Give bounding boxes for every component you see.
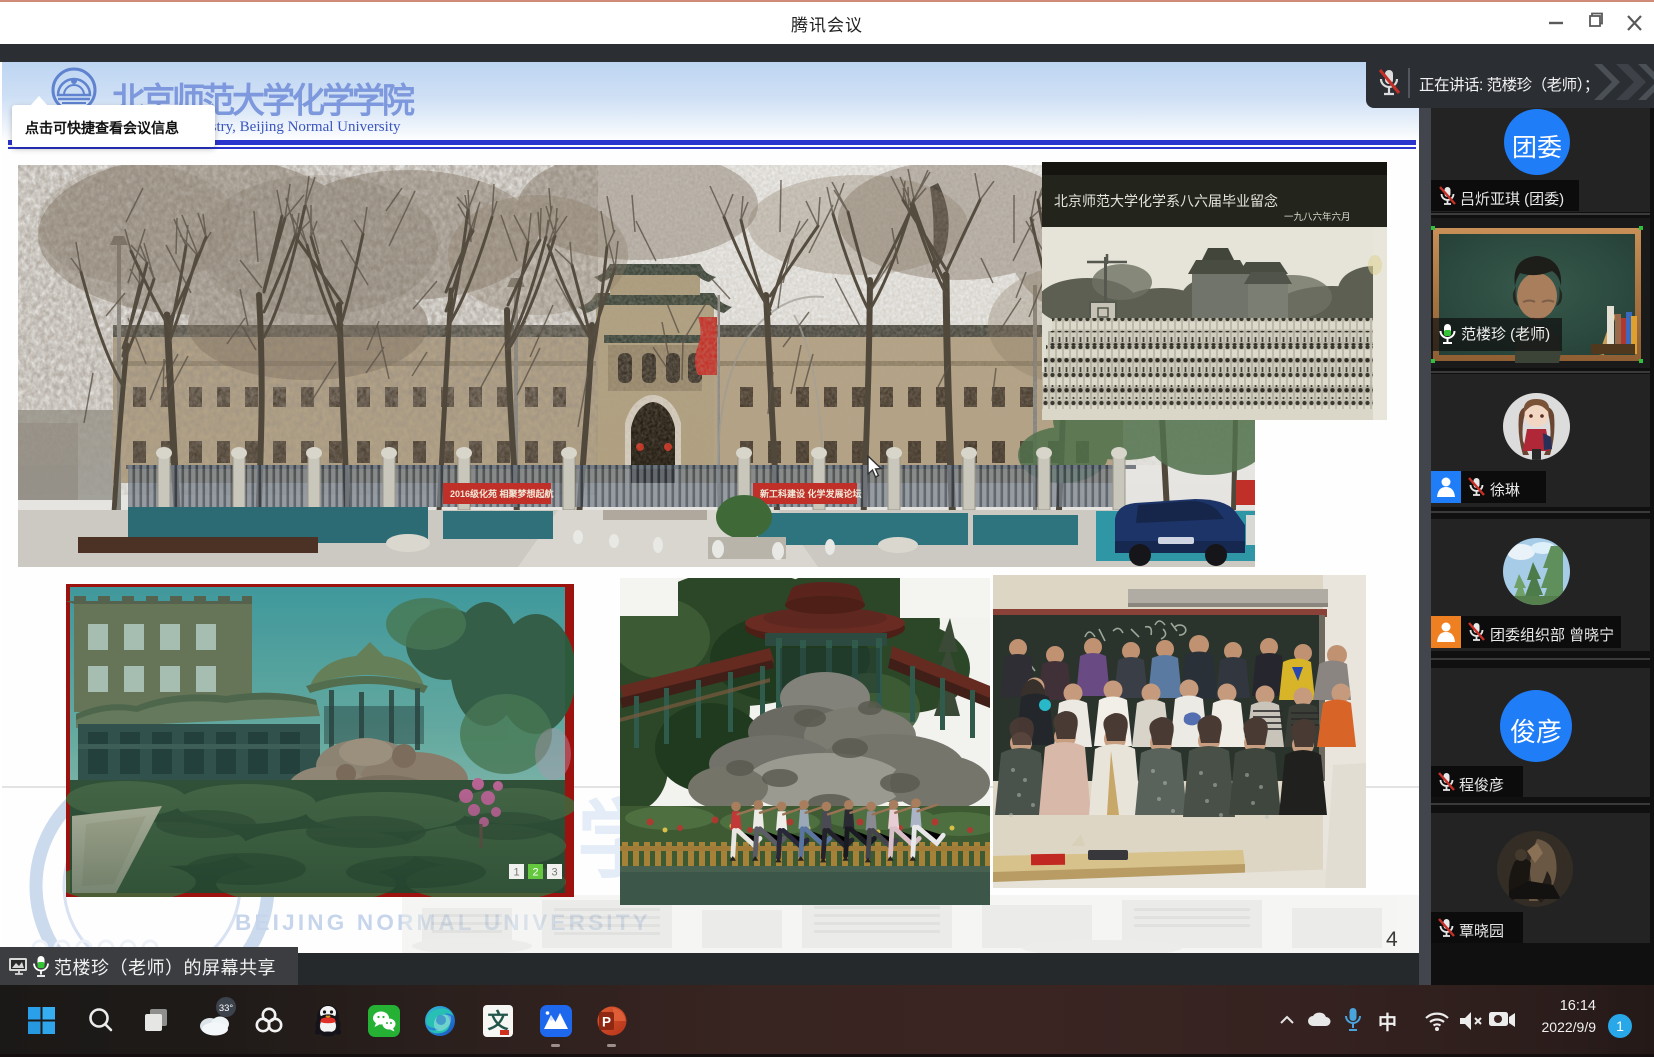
svg-text:3: 3: [551, 867, 557, 879]
svg-text:P: P: [602, 1015, 611, 1030]
svg-text:33°: 33°: [219, 1003, 234, 1014]
svg-text:2: 2: [532, 867, 538, 879]
svg-text:文: 文: [488, 1009, 510, 1033]
svg-text:4: 4: [1386, 928, 1398, 951]
svg-text:一九八六年六月: 一九八六年六月: [1284, 211, 1351, 223]
svg-text:2016级化苑 相聚梦想起航: 2016级化苑 相聚梦想起航: [450, 488, 554, 499]
svg-text:1: 1: [513, 867, 519, 879]
svg-text:新工科建设 化学发展论坛: 新工科建设 化学发展论坛: [760, 488, 862, 499]
svg-text:范楼珍 (老师): 范楼珍 (老师): [1461, 326, 1550, 343]
svg-text:北京师范大学化学系八六届毕业留念: 北京师范大学化学系八六届毕业留念: [1054, 193, 1278, 210]
